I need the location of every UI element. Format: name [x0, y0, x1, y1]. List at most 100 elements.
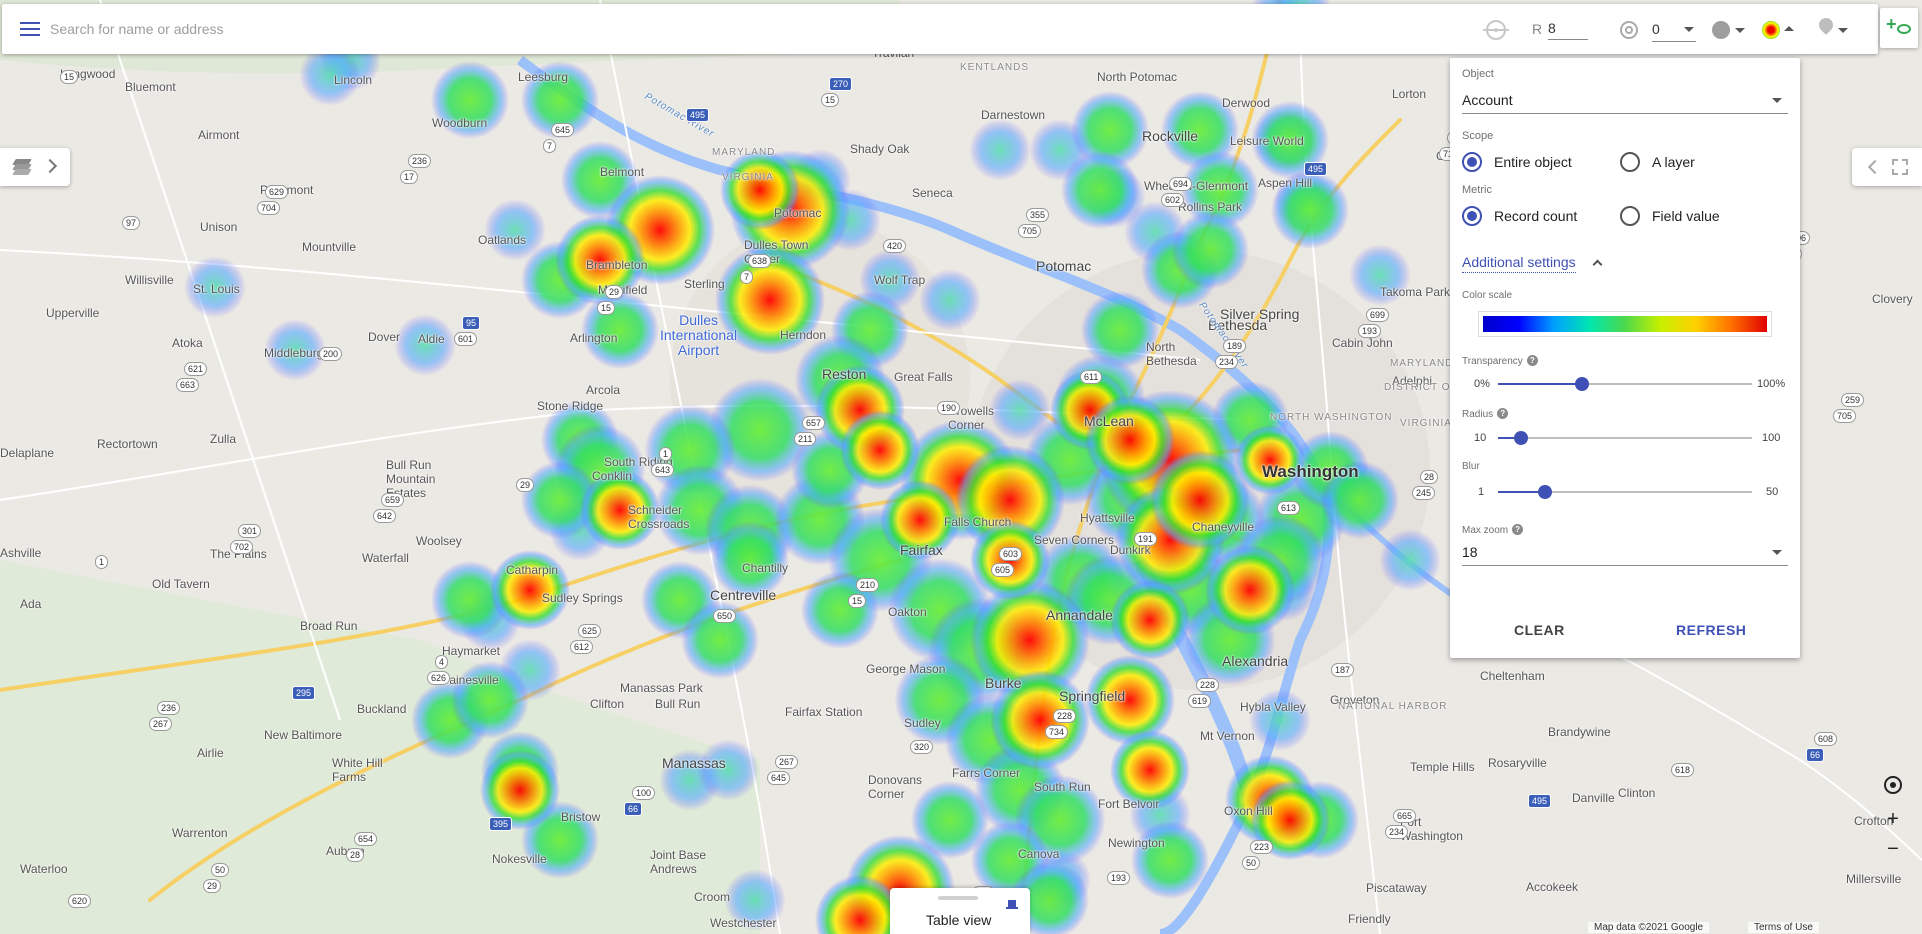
place-label: Danville — [1572, 791, 1615, 805]
route-shield: 234 — [1385, 825, 1409, 839]
route-shield: 603 — [999, 547, 1023, 561]
place-label: Darnestown — [981, 108, 1046, 122]
route-shield: 645 — [551, 123, 575, 137]
radius-min: 10 — [1474, 432, 1487, 444]
radius-slider-thumb[interactable] — [1513, 431, 1528, 445]
hexbin-icon[interactable] — [1712, 21, 1730, 39]
place-label: Fairfax Station — [785, 705, 863, 719]
route-shield: 236 — [157, 701, 181, 715]
blur-slider-thumb[interactable] — [1537, 485, 1552, 499]
help-icon[interactable]: ? — [1497, 408, 1509, 419]
zoom-out-button[interactable]: − — [1878, 834, 1908, 864]
max-zoom-select[interactable]: 18 — [1462, 536, 1788, 566]
zoom-in-button[interactable]: + — [1878, 804, 1908, 834]
chevron-left-icon — [1867, 159, 1883, 175]
help-icon[interactable]: ? — [1526, 355, 1538, 366]
route-shield: 234 — [1215, 355, 1239, 369]
color-scale-picker[interactable] — [1478, 311, 1772, 337]
place-label: Piscataway — [1366, 881, 1427, 895]
radius-slider[interactable] — [1498, 431, 1752, 445]
chevron-down-icon[interactable] — [1838, 28, 1848, 33]
route-shield: 663 — [176, 378, 200, 392]
transparency-max: 100% — [1757, 378, 1786, 390]
route-shield: 15 — [60, 70, 79, 84]
menu-icon[interactable] — [20, 22, 40, 37]
route-shield: 190 — [937, 401, 961, 415]
radius-input[interactable] — [1548, 16, 1588, 40]
transparency-slider-thumb[interactable] — [1574, 377, 1589, 391]
place-label: Potomac — [1036, 258, 1092, 274]
place-label: Schneider Crossroads — [628, 503, 690, 531]
ring-icon[interactable] — [1620, 21, 1638, 39]
place-label: Arcola — [586, 383, 621, 397]
chevron-up-icon[interactable] — [1784, 26, 1794, 31]
place-label: Seven Corners — [1034, 533, 1115, 547]
place-label: Lorton — [1392, 87, 1427, 101]
region-label: NATIONAL HARBOR — [1338, 701, 1448, 712]
pin-icon[interactable] — [1006, 900, 1018, 914]
my-location-button[interactable] — [1878, 770, 1908, 800]
route-shield: 621 — [184, 362, 208, 376]
heatmap-icon[interactable] — [1762, 21, 1780, 39]
place-label: Croom — [694, 890, 731, 904]
route-shield: 642 — [373, 509, 397, 523]
help-icon[interactable]: ? — [1512, 524, 1524, 535]
right-panel-toggle[interactable] — [1852, 148, 1922, 186]
route-shield: 495 — [686, 108, 710, 122]
pin-icon[interactable] — [1816, 18, 1836, 40]
place-label: Sterling — [684, 277, 725, 291]
layers-toggle-button[interactable] — [0, 148, 70, 186]
place-label: Fairfax — [900, 542, 943, 558]
layers-icon — [12, 159, 32, 175]
chevron-down-icon[interactable] — [1735, 28, 1745, 33]
place-label: Waterloo — [20, 862, 68, 876]
additional-settings-link[interactable]: Additional settings — [1462, 254, 1576, 273]
place-label: Donovans Corner — [868, 773, 923, 801]
route-shield: 618 — [1671, 763, 1695, 777]
route-shield: 320 — [910, 740, 934, 754]
place-label: Annandale — [1046, 607, 1113, 623]
crosshair-icon[interactable] — [1483, 20, 1509, 40]
place-label: Woolsey — [416, 534, 462, 548]
route-shield: 29 — [516, 478, 535, 492]
clear-button[interactable]: CLEAR — [1502, 614, 1577, 646]
radio-checked-icon — [1462, 152, 1482, 172]
route-shield: 629 — [265, 185, 289, 199]
terms-link[interactable]: Terms of Use — [1748, 922, 1819, 933]
route-shield: 200 — [319, 347, 343, 361]
place-label: Ada — [20, 597, 42, 611]
route-shield: 270 — [829, 77, 853, 91]
transparency-label: Transparency? — [1462, 355, 1538, 367]
ring-count-select[interactable]: 0 — [1652, 16, 1696, 42]
route-shield: 7 — [740, 270, 754, 284]
drag-handle[interactable] — [938, 896, 978, 900]
place-label: Farrs Corner — [952, 766, 1021, 780]
refresh-button[interactable]: REFRESH — [1664, 614, 1758, 646]
chevron-right-icon — [42, 158, 58, 174]
route-shield: 211 — [794, 432, 817, 446]
place-label: Chaneyville — [1192, 520, 1255, 534]
place-label: Sudley Springs — [542, 591, 623, 605]
expand-icon[interactable] — [1892, 159, 1908, 175]
search-input[interactable] — [50, 14, 1450, 44]
route-shield: 1 — [659, 447, 673, 461]
blur-max: 50 — [1766, 486, 1779, 498]
route-shield: 28 — [346, 848, 365, 862]
place-label: Brandywine — [1548, 725, 1611, 739]
transparency-slider[interactable] — [1498, 377, 1752, 391]
place-label: Dulles International Airport — [660, 312, 738, 358]
object-select[interactable]: Account — [1462, 84, 1788, 114]
table-view-tab[interactable]: Table view — [890, 888, 1030, 934]
place-label: Chantilly — [742, 561, 789, 575]
place-label: Fort Belvoir — [1098, 797, 1160, 811]
place-label: Accokeek — [1526, 880, 1579, 894]
place-label: Clinton — [1618, 786, 1656, 800]
add-geo-button[interactable]: + — [1880, 8, 1918, 48]
place-label: Springfield — [1059, 688, 1126, 704]
blur-slider[interactable] — [1498, 485, 1752, 499]
place-label: Bull Run — [655, 697, 701, 711]
scope-label: Scope — [1462, 130, 1494, 142]
chevron-up-icon[interactable] — [1592, 259, 1603, 270]
place-label: Rockville — [1142, 128, 1199, 144]
place-label: White Hill Farms — [332, 756, 383, 784]
